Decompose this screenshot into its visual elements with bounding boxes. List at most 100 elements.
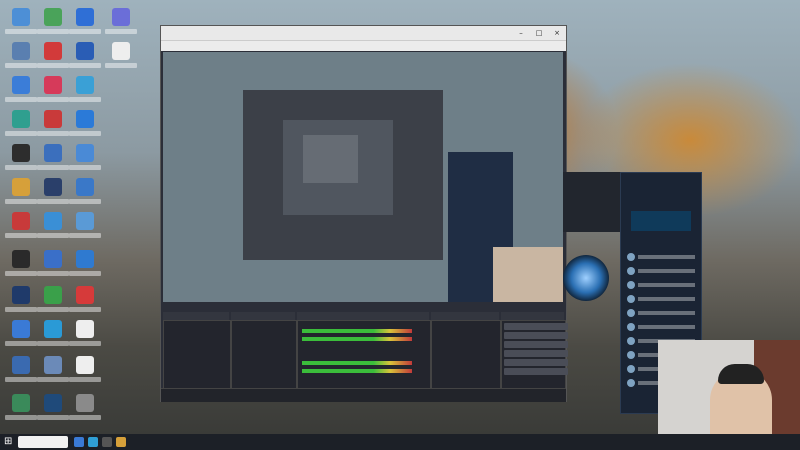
desktop-icon[interactable] [4, 356, 38, 382]
nested-preview-3 [303, 135, 358, 183]
taskbar-app-icon[interactable] [116, 437, 126, 447]
desktop-icon[interactable] [36, 356, 70, 382]
desktop-icon[interactable] [4, 178, 38, 204]
list-item[interactable] [627, 253, 695, 261]
desktop-icon[interactable] [36, 286, 70, 312]
desktop-icon[interactable] [68, 110, 102, 136]
avatar [627, 253, 635, 261]
desktop-icon[interactable] [36, 320, 70, 346]
desktop-icon[interactable] [68, 76, 102, 102]
desktop-icon[interactable] [4, 8, 38, 34]
desktop-icon[interactable] [68, 212, 102, 238]
list-item[interactable] [627, 295, 695, 303]
file-icon [76, 356, 94, 374]
mixer-meter [302, 361, 412, 365]
obs-window: – □ × [160, 25, 568, 402]
desktop-icon[interactable] [4, 320, 38, 346]
control-button[interactable] [504, 332, 568, 339]
desktop-icon[interactable] [104, 42, 138, 68]
control-button[interactable] [504, 368, 568, 375]
desktop-icon[interactable] [4, 212, 38, 238]
avatar [627, 337, 635, 345]
avatar [627, 267, 635, 275]
app-icon [12, 286, 30, 304]
nested-preview-2 [283, 120, 393, 215]
control-button[interactable] [504, 359, 568, 366]
app-icon [76, 212, 94, 230]
mixer-meter [302, 369, 412, 373]
app-icon [76, 178, 94, 196]
desktop-icon[interactable] [68, 394, 102, 420]
taskbar-app-icon[interactable] [74, 437, 84, 447]
nested-preview [243, 90, 443, 260]
desktop-icon[interactable] [36, 250, 70, 276]
avatar [627, 309, 635, 317]
control-button[interactable] [504, 323, 568, 330]
app-icon [76, 76, 94, 94]
panel-timer [631, 211, 691, 231]
desktop-icon[interactable] [4, 394, 38, 420]
list-item[interactable] [627, 323, 695, 331]
taskbar-app-icon[interactable] [88, 437, 98, 447]
app-icon [12, 212, 30, 230]
desktop-icon[interactable] [68, 286, 102, 312]
desktop-icon[interactable] [4, 110, 38, 136]
list-item[interactable] [627, 267, 695, 275]
app-icon [12, 178, 30, 196]
dock-header-sources [231, 312, 295, 320]
desktop-icon[interactable] [4, 42, 38, 68]
desktop-icon[interactable] [36, 144, 70, 170]
transitions-dock[interactable] [431, 320, 501, 392]
avatar [627, 365, 635, 373]
list-item[interactable] [627, 281, 695, 289]
taskbar-app-icon[interactable] [102, 437, 112, 447]
app-icon [44, 320, 62, 338]
audio-mixer-dock [297, 320, 431, 392]
control-button[interactable] [504, 350, 568, 357]
obs-docks [161, 306, 568, 401]
desktop-icon[interactable] [68, 178, 102, 204]
desktop-icon[interactable] [36, 76, 70, 102]
desktop-icon[interactable] [4, 144, 38, 170]
app-icon [76, 8, 94, 26]
dock-header-transitions [431, 312, 499, 320]
app-icon [12, 110, 30, 128]
obs-menubar [161, 40, 566, 51]
desktop-icon[interactable] [68, 320, 102, 346]
scenes-dock[interactable] [163, 320, 231, 392]
desktop-icon[interactable] [68, 8, 102, 34]
app-icon [44, 178, 62, 196]
obs-preview[interactable] [163, 52, 563, 302]
desktop-icon[interactable] [4, 76, 38, 102]
desktop-icon[interactable] [68, 356, 102, 382]
desktop-icon[interactable] [36, 8, 70, 34]
mixer-meter [302, 329, 412, 333]
desktop-icon[interactable] [68, 42, 102, 68]
taskbar: ⊞ [0, 434, 800, 450]
desktop-icon[interactable] [36, 394, 70, 420]
app-icon [12, 42, 30, 60]
close-icon[interactable]: × [548, 26, 566, 40]
desktop-icon[interactable] [36, 178, 70, 204]
minimize-icon[interactable]: – [512, 26, 530, 40]
desktop-icon[interactable] [104, 8, 138, 34]
file-icon [44, 286, 62, 304]
maximize-icon[interactable]: □ [530, 26, 548, 40]
app-icon [44, 212, 62, 230]
desktop-icon[interactable] [36, 110, 70, 136]
control-button[interactable] [504, 341, 568, 348]
sources-dock[interactable] [231, 320, 297, 392]
desktop-icon[interactable] [68, 144, 102, 170]
app-icon [44, 110, 62, 128]
desktop-icon[interactable] [36, 42, 70, 68]
desktop-icon[interactable] [68, 250, 102, 276]
app-icon [76, 42, 94, 60]
desktop-icon[interactable] [4, 250, 38, 276]
desktop-icon[interactable] [36, 212, 70, 238]
dock-header-mixer [297, 312, 429, 320]
taskbar-search-box[interactable] [18, 436, 68, 448]
desktop-icon[interactable] [4, 286, 38, 312]
windows-start-icon[interactable]: ⊞ [4, 437, 14, 447]
list-item[interactable] [627, 309, 695, 317]
avatar [627, 295, 635, 303]
